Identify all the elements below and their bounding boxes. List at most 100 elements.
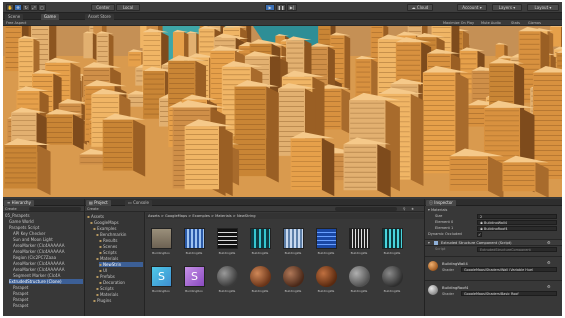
hierarchy-item[interactable]: Parapet [13,303,83,308]
unity-editor-window: ✋ ✥ ↻ ⤢ ▢ Center Local ▶ ❚❚ ▶| ☁ Cloud A… [3,2,562,316]
pivot-center-toggle[interactable]: Center [91,4,115,11]
hierarchy-item[interactable]: Parapet [13,297,83,302]
folder-item[interactable]: ▪ Results [99,238,143,243]
material-thumbnail[interactable] [184,228,205,249]
folder-item[interactable]: ▪ Prefabs [96,274,143,279]
project-header: ▤ Project ▭ Console [85,199,424,206]
hierarchy-item[interactable]: AreaMarker (Clc4AAAAAA [13,249,83,254]
size-field[interactable]: 2 [477,214,557,219]
breadcrumb[interactable]: Assets > GoogleMaps > Examples > Materia… [146,213,424,219]
hierarchy-item[interactable]: Parapet [13,285,83,290]
scale-tool-icon[interactable]: ⤢ [30,4,38,11]
hierarchy-item[interactable]: Game World [9,219,83,224]
shader-dropdown-roof[interactable]: GoogleMaps/Shaders/Basic Roof [461,291,557,296]
building-side [266,86,279,183]
folder-item[interactable]: ▪ UI [99,268,143,273]
hierarchy-item[interactable]: AreaMarker (Clc4AAAAAA [13,243,83,248]
hierarchy-item[interactable]: API Key Checker [13,231,83,236]
layers-dropdown[interactable]: Layers ▾ [492,4,522,11]
hierarchy-item[interactable]: AreaMarker (Clc4AAAAAA [13,261,83,266]
folder-item[interactable]: ▪ Materials [96,292,143,297]
material-section-wall[interactable]: BuildingWall4 Shader GoogleMaps/Shaders/… [425,256,562,278]
hierarchy-item[interactable]: AreaMarker (Clc4AAAAAA [13,267,83,272]
material-thumbnail[interactable] [316,228,337,249]
tab-scene-label: Scene [8,14,21,19]
folder-item[interactable]: ▪ Examples [93,226,143,231]
step-icon: ▶| [289,5,295,10]
folder-label: Scripts [99,286,114,291]
material-gear-icon[interactable]: ⚙ [547,260,551,265]
folder-item[interactable]: ▪ Scripts [96,286,143,291]
element0-field[interactable]: ◉ BuildingWall4 [477,220,557,225]
component-header[interactable]: ▾ Extruded Structure Component (Script) … [425,239,562,246]
hierarchy-item[interactable]: ExtrudedStructure (Clone) [9,279,83,284]
tab-inspector[interactable]: ⓘ Inspector [426,200,456,206]
folder-item[interactable]: ▪ Scenes [99,244,143,249]
folder-item[interactable]: ▪ Benchmarkin [96,232,143,237]
hierarchy-item[interactable]: 05_Parapets [5,213,83,218]
hierarchy-item[interactable]: Sun and Moon Light [13,237,83,242]
filter-icon[interactable]: ⚲ [403,206,406,212]
folder-label: Plugins [96,298,112,303]
material-thumbnail[interactable] [349,266,370,287]
asset-label: BuildingWa [350,251,368,255]
folder-item[interactable]: ▪ Assets [87,214,143,219]
element1-field[interactable]: ◉ BuildingRoof4 [477,226,557,231]
script-label: Script [435,247,446,251]
building-side [108,33,114,71]
account-dropdown[interactable]: Account ▾ [457,4,487,11]
material-thumbnail[interactable] [250,228,271,249]
hierarchy-item[interactable]: Segment Marker (Clc4A [13,273,83,278]
folder-item[interactable]: ▪ Scripts [99,250,143,255]
folder-item[interactable]: ▪ Materials [96,256,143,261]
material-thumbnail[interactable] [151,228,172,249]
material-thumbnail[interactable] [217,266,238,287]
folder-item[interactable]: ▪ GoogleMaps [90,220,143,225]
rotate-tool-icon[interactable]: ↻ [22,4,30,11]
material-thumbnail[interactable] [283,228,304,249]
play-button[interactable]: ▶ [265,4,275,11]
material-thumbnail[interactable] [382,228,403,249]
hierarchy-item[interactable]: Region (Clc2PC7Zaaa [13,255,83,260]
console-title: Console [133,200,149,205]
material-gear-icon[interactable]: ⚙ [547,284,551,289]
material-thumbnail[interactable] [349,228,370,249]
hierarchy-item[interactable]: Parapets Script [9,225,83,230]
folder-item[interactable]: ▪ Plugins [93,298,143,303]
material-section-roof[interactable]: BuildingRoof4 Shader GoogleMaps/Shaders/… [425,280,562,302]
material-thumbnail[interactable] [217,228,238,249]
material-thumbnail[interactable] [250,266,271,287]
move-tool-icon[interactable]: ✥ [14,4,22,11]
hierarchy-search-input[interactable] [29,207,81,211]
material-thumbnail[interactable] [382,266,403,287]
material-thumbnail[interactable] [283,266,304,287]
shader-asset-icon[interactable]: S [151,266,172,287]
rect-tool-icon[interactable]: ▢ [38,4,46,11]
material-thumbnail[interactable] [316,266,337,287]
hierarchy-create-button[interactable]: Create [5,206,17,212]
shader-dropdown-wall[interactable]: GoogleMaps/Shaders/Wall (Variable Hue) [461,267,557,272]
project-search-input[interactable] [335,207,397,211]
dynamic-occluded-checkbox[interactable]: ✓ [477,232,482,237]
cloud-button[interactable]: ☁ Cloud [407,4,433,11]
folder-item[interactable]: ▪ NewStrin [99,262,143,267]
folder-item[interactable]: ▪ Decoration [99,280,143,285]
materials-foldout[interactable]: ▾ Materials [428,208,447,213]
pivot-space-toggle[interactable]: Local [116,4,140,11]
star-icon[interactable]: ★ [411,206,414,212]
pause-button[interactable]: ❚❚ [276,4,286,11]
account-label: Account [462,5,479,10]
view-tab-bar: Scene Game Asset Store [3,13,562,20]
asset-label: BuildingWa [218,251,236,255]
gear-icon[interactable]: ⚙ [547,240,551,246]
hand-tool-icon[interactable]: ✋ [6,4,14,11]
shader-asset-icon[interactable]: S [184,266,205,287]
game-viewport[interactable] [3,26,562,197]
asset-label: BuildingWa [251,251,269,255]
layout-dropdown[interactable]: Layout ▾ [527,4,559,11]
step-button[interactable]: ▶| [287,4,297,11]
folder-label: Scenes [102,244,118,249]
asset-grid: BuildingRoo BuildingWa BuildingWa BuildingW… [146,220,424,316]
hierarchy-item[interactable]: Parapet [13,291,83,296]
play-icon: ▶ [268,5,272,10]
